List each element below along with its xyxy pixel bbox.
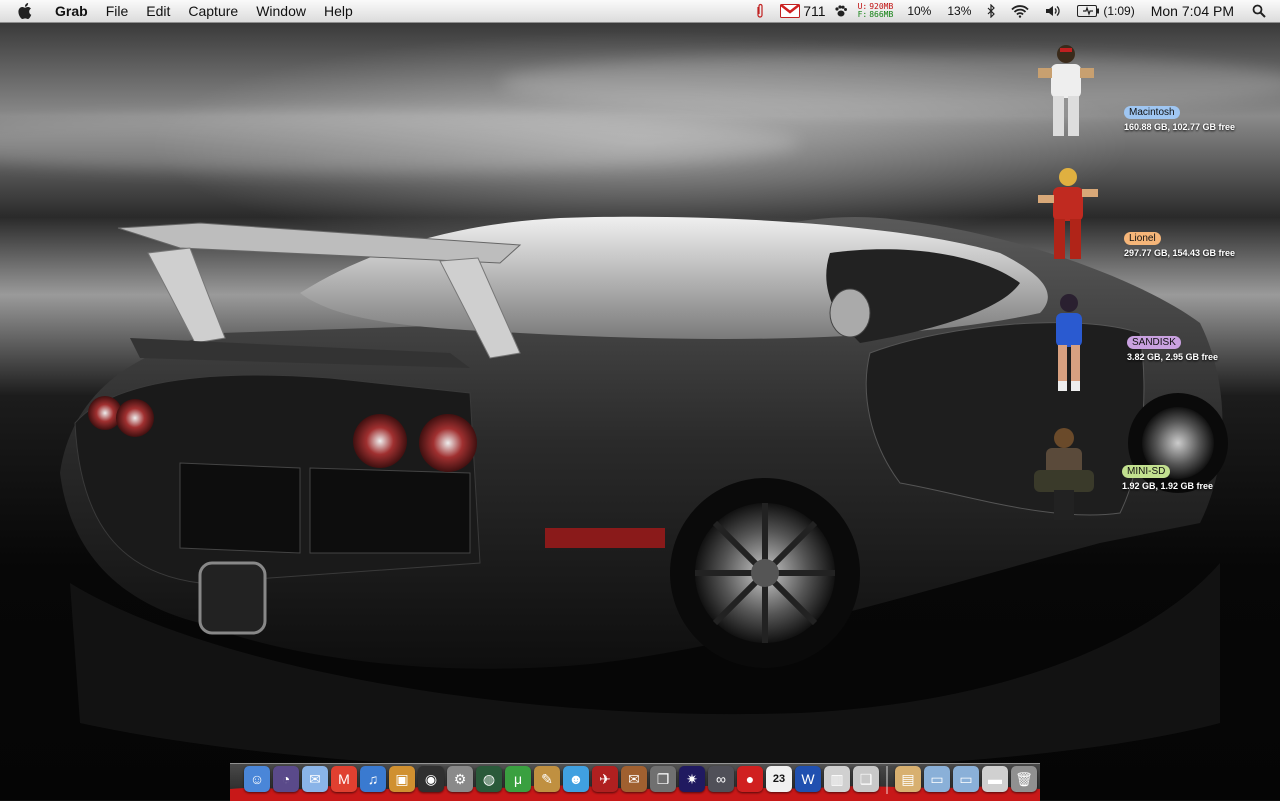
drive-label: MINI-SD bbox=[1122, 465, 1171, 478]
drive-info: 297.77 GB, 154.43 GB free bbox=[1124, 248, 1236, 258]
drive-label: Lionel bbox=[1124, 232, 1161, 245]
chun-li-figure-icon bbox=[1056, 294, 1082, 391]
memory-free-label: F: bbox=[857, 10, 868, 19]
gmail-icon bbox=[780, 4, 801, 18]
finder-icon[interactable]: ☺ bbox=[244, 766, 270, 792]
mail-icon[interactable]: ✉ bbox=[302, 766, 328, 792]
cpu-monitor-1[interactable]: 10% bbox=[899, 4, 939, 18]
menu-bar: Grab File Edit Capture Window Help 711 U… bbox=[0, 0, 1280, 23]
downloads-folder-icon[interactable]: ▭ bbox=[953, 766, 979, 792]
bird-icon[interactable]: ✈ bbox=[592, 766, 618, 792]
ryu-figure-icon bbox=[1038, 45, 1094, 136]
drive-label: SANDISK bbox=[1127, 336, 1181, 349]
drive-info: 3.82 GB, 2.95 GB free bbox=[1127, 352, 1219, 362]
volume-icon[interactable] bbox=[1037, 4, 1069, 18]
menu-edit[interactable]: Edit bbox=[137, 0, 179, 22]
gmail-notifier[interactable]: 711 bbox=[772, 3, 829, 19]
menu-help[interactable]: Help bbox=[315, 0, 362, 22]
system-preferences-icon[interactable]: ⚙ bbox=[447, 766, 473, 792]
camera-icon[interactable]: ◉ bbox=[418, 766, 444, 792]
paw-icon[interactable] bbox=[830, 4, 852, 18]
calendar-icon[interactable]: 23 bbox=[766, 766, 792, 792]
cpu-monitor-2[interactable]: 13% bbox=[939, 4, 979, 18]
documents-folder-icon[interactable]: ▤ bbox=[895, 766, 921, 792]
apple-menu-icon[interactable] bbox=[0, 2, 46, 20]
chart-app-icon[interactable]: ▥ bbox=[824, 766, 850, 792]
desktop[interactable]: Macintosh 160.88 GB, 102.77 GB free Lion… bbox=[0, 23, 1280, 800]
drive-info: 160.88 GB, 102.77 GB free bbox=[1124, 122, 1236, 132]
battery-status[interactable]: (1:09) bbox=[1069, 4, 1142, 18]
stamp-icon[interactable]: ✉ bbox=[621, 766, 647, 792]
dock-separator bbox=[886, 766, 888, 794]
drive-sandisk[interactable]: SANDISK 3.82 GB, 2.95 GB free bbox=[1029, 289, 1280, 399]
battery-icon bbox=[1077, 5, 1100, 17]
applications-folder-icon[interactable]: ▭ bbox=[924, 766, 950, 792]
menu-capture[interactable]: Capture bbox=[179, 0, 247, 22]
messenger-icon[interactable]: ☻ bbox=[563, 766, 589, 792]
dock: ☺ ◔ ✉ M ♫ ▣ ◉ ⚙ ◍ μ ✎ ☻ ✈ ✉ ❐ ✷ ∞ ● 23 W ▥ ❑ ▤ ▭ ▭ ▬ 🗑 bbox=[230, 763, 1040, 801]
preview-icon[interactable]: ❑ bbox=[853, 766, 879, 792]
trash-icon[interactable]: 🗑 bbox=[1011, 766, 1037, 792]
calendar-date: 23 bbox=[772, 773, 786, 785]
gmail-icon[interactable]: M bbox=[331, 766, 357, 792]
windows-icon[interactable]: ❐ bbox=[650, 766, 676, 792]
paperclip-icon[interactable] bbox=[748, 3, 772, 19]
itunes-icon[interactable]: ♫ bbox=[360, 766, 386, 792]
menu-window[interactable]: Window bbox=[247, 0, 315, 22]
globe-icon[interactable]: ◍ bbox=[476, 766, 502, 792]
iphoto-icon[interactable]: ▣ bbox=[389, 766, 415, 792]
gmail-count: 711 bbox=[803, 3, 826, 19]
drive-lionel[interactable]: Lionel 297.77 GB, 154.43 GB free bbox=[1026, 163, 1280, 273]
drive-label: Macintosh bbox=[1124, 106, 1180, 119]
tool-icon[interactable]: ✎ bbox=[534, 766, 560, 792]
drive-info: 1.92 GB, 1.92 GB free bbox=[1122, 481, 1214, 491]
bluetooth-icon[interactable] bbox=[979, 4, 1003, 18]
wifi-icon[interactable] bbox=[1003, 4, 1037, 18]
drive-mini-sd[interactable]: MINI-SD 1.92 GB, 1.92 GB free bbox=[1024, 420, 1280, 530]
spotlight-icon[interactable] bbox=[1242, 4, 1280, 18]
menu-file[interactable]: File bbox=[97, 0, 138, 22]
battery-time: (1:09) bbox=[1103, 4, 1135, 18]
dock-items: ☺ ◔ ✉ M ♫ ▣ ◉ ⚙ ◍ μ ✎ ☻ ✈ ✉ ❐ ✷ ∞ ● 23 W ▥ ❑ ▤ ▭ ▭ ▬ 🗑 bbox=[244, 766, 1037, 794]
akuma-figure-icon bbox=[1034, 428, 1094, 520]
utorrent-icon[interactable]: μ bbox=[505, 766, 531, 792]
clock[interactable]: Mon 7:04 PM bbox=[1143, 3, 1242, 19]
memory-monitor[interactable]: U: F: 920MB 866MB bbox=[852, 3, 900, 19]
spotlight-app-icon[interactable]: ✷ bbox=[679, 766, 705, 792]
memory-free: 866MB bbox=[869, 10, 894, 19]
status-menus: 711 U: F: 920MB 866MB 10% 13% (1:09) Mon 7… bbox=[748, 0, 1280, 22]
link-icon[interactable]: ∞ bbox=[708, 766, 734, 792]
word-icon[interactable]: W bbox=[795, 766, 821, 792]
drive-macintosh[interactable]: Macintosh 160.88 GB, 102.77 GB free bbox=[1026, 40, 1280, 150]
drive-stack-icon[interactable]: ▬ bbox=[982, 766, 1008, 792]
ken-figure-icon bbox=[1038, 168, 1098, 259]
red-ball-icon[interactable]: ● bbox=[737, 766, 763, 792]
menu-app-name[interactable]: Grab bbox=[46, 0, 97, 22]
dashboard-icon[interactable]: ◔ bbox=[273, 766, 299, 792]
